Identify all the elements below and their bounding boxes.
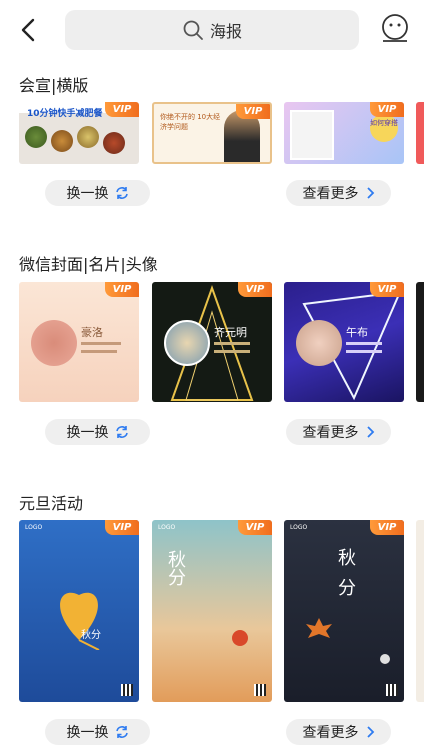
ginkgo-leaf-graphic <box>60 592 100 650</box>
card-name: 齐元明 <box>214 326 247 339</box>
vip-badge: VIP <box>105 520 139 535</box>
chevron-left-icon <box>21 18 35 42</box>
view-more-button[interactable]: 查看更多 <box>286 419 391 445</box>
template-card[interactable]: 豪洛 VIP <box>19 282 139 402</box>
refresh-icon <box>115 187 128 199</box>
template-card-partial[interactable] <box>416 102 424 164</box>
vip-badge: VIP <box>370 520 404 535</box>
section-title: 元旦活动 <box>19 494 84 513</box>
qr-code <box>254 684 266 696</box>
card-name: 午布 <box>346 326 368 339</box>
template-card[interactable]: 如何穿搭 VIP <box>284 102 404 164</box>
vip-badge: VIP <box>236 104 270 119</box>
template-card[interactable]: LOGO 秋分 VIP <box>152 520 272 702</box>
view-more-label: 查看更多 <box>302 725 359 741</box>
vip-badge: VIP <box>238 520 272 535</box>
shuffle-button[interactable]: 换一换 <box>45 419 150 445</box>
template-row: LOGO 秋分 VIP LOGO 秋分 VIP LOGO 秋分 VIP <box>19 520 424 702</box>
card-text: 秋分 <box>81 630 101 641</box>
search-query: 海报 <box>209 22 242 41</box>
food-image <box>51 130 73 152</box>
refresh-icon <box>115 426 128 438</box>
food-image <box>77 126 99 148</box>
card-subtitle-line <box>81 350 117 353</box>
template-row: 豪洛 VIP 齐元明 VIP 午布 VIP <box>19 282 424 402</box>
template-card[interactable]: LOGO 秋分 VIP <box>284 520 404 702</box>
shuffle-label: 换一换 <box>66 725 109 741</box>
section-title: 微信封面|名片|头像 <box>19 255 158 274</box>
template-card-partial[interactable] <box>416 520 424 702</box>
shuffle-label: 换一换 <box>66 425 109 441</box>
food-image <box>25 126 47 148</box>
back-button[interactable] <box>14 14 46 46</box>
card-subtitle-line <box>81 342 121 345</box>
shuffle-label: 换一换 <box>66 186 109 202</box>
card-subtitle-line <box>214 350 250 353</box>
card-text: 秋分 <box>335 548 356 608</box>
card-text: 秋分 <box>165 550 186 586</box>
view-more-label: 查看更多 <box>302 425 359 441</box>
avatar <box>164 320 210 366</box>
smiley-icon <box>382 14 408 42</box>
vip-badge: VIP <box>370 102 404 117</box>
shuffle-button[interactable]: 换一换 <box>45 180 150 206</box>
card-logo: LOGO <box>158 524 176 531</box>
maple-leaf-graphic <box>306 618 332 638</box>
top-bar: 海报 <box>0 0 424 60</box>
qr-code <box>121 684 133 696</box>
card-logo: LOGO <box>25 524 43 531</box>
chevron-right-icon <box>366 187 374 199</box>
profile-button[interactable] <box>380 13 410 43</box>
card-subtitle-line <box>346 342 382 345</box>
template-card-partial[interactable] <box>416 282 424 402</box>
refresh-icon <box>115 726 128 738</box>
card-text: 如何穿搭 <box>370 114 398 142</box>
template-card[interactable]: 你绝不开的 10大经济学问题 VIP <box>152 102 272 164</box>
card-logo: LOGO <box>290 524 308 531</box>
vip-badge: VIP <box>105 282 139 297</box>
view-more-button[interactable]: 查看更多 <box>286 180 391 206</box>
card-subtitle-line <box>214 342 250 345</box>
moon-graphic <box>380 654 390 664</box>
photo-image <box>290 110 334 160</box>
search-input[interactable]: 海报 <box>65 10 359 50</box>
card-subtitle-line <box>346 350 382 353</box>
card-text: 你绝不开的 10大经济学问题 <box>160 113 221 131</box>
vip-badge: VIP <box>370 282 404 297</box>
section-title: 会宣|横版 <box>19 76 89 95</box>
food-image <box>103 132 125 154</box>
template-card[interactable]: 齐元明 VIP <box>152 282 272 402</box>
avatar <box>296 320 342 366</box>
avatar <box>31 320 77 366</box>
chevron-right-icon <box>366 426 374 438</box>
view-more-button[interactable]: 查看更多 <box>286 719 391 745</box>
template-card[interactable]: 10分钟快手减肥餐 VIP <box>19 102 139 164</box>
shuffle-button[interactable]: 换一换 <box>45 719 150 745</box>
qr-code <box>386 684 398 696</box>
sun-graphic <box>232 630 248 646</box>
template-card[interactable]: 午布 VIP <box>284 282 404 402</box>
card-text: 10分钟快手减肥餐 <box>27 109 103 119</box>
template-card[interactable]: LOGO 秋分 VIP <box>19 520 139 702</box>
search-icon <box>183 20 203 40</box>
vip-badge: VIP <box>238 282 272 297</box>
template-row: 10分钟快手减肥餐 VIP 你绝不开的 10大经济学问题 VIP 如何穿搭 VI… <box>19 102 424 164</box>
chevron-right-icon <box>366 726 374 738</box>
vip-badge: VIP <box>105 102 139 117</box>
card-name: 豪洛 <box>81 326 103 339</box>
view-more-label: 查看更多 <box>302 186 359 202</box>
